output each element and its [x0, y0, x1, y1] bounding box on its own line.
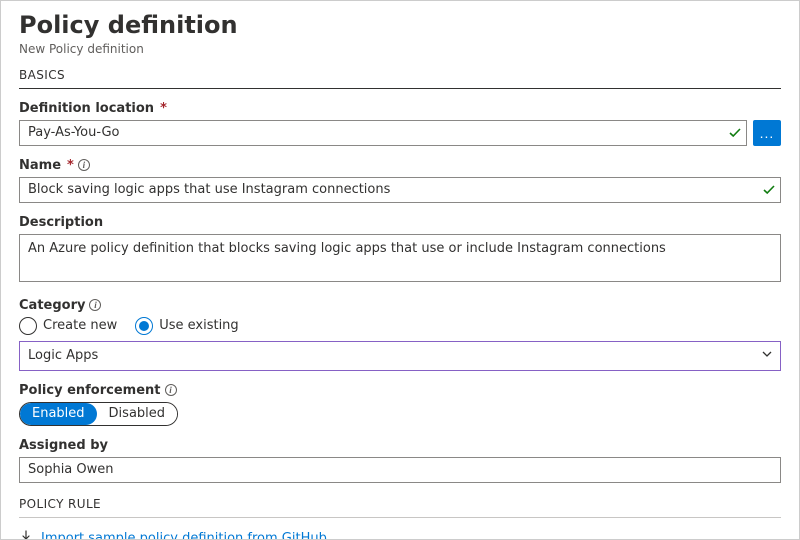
- toggle-enabled[interactable]: Enabled: [20, 403, 97, 425]
- definition-location-input[interactable]: [19, 120, 747, 146]
- toggle-disabled[interactable]: Disabled: [97, 403, 177, 425]
- required-asterisk: *: [160, 101, 167, 116]
- policy-definition-panel: Policy definition New Policy definition …: [0, 0, 800, 540]
- section-policy-rule-header: POLICY RULE: [19, 497, 781, 518]
- assigned-by-input[interactable]: [19, 457, 781, 483]
- label-text: Category: [19, 298, 85, 313]
- info-icon[interactable]: i: [165, 384, 177, 396]
- radio-icon: [19, 317, 37, 335]
- page-subtitle: New Policy definition: [19, 42, 781, 56]
- description-input[interactable]: [19, 234, 781, 282]
- definition-location-input-wrap: [19, 120, 747, 146]
- required-asterisk: *: [67, 158, 74, 173]
- field-category: Category i Create new Use existing: [19, 298, 781, 371]
- enforcement-toggle[interactable]: Enabled Disabled: [19, 402, 178, 426]
- label-policy-enforcement: Policy enforcement i: [19, 383, 781, 398]
- label-text: Definition location: [19, 101, 154, 116]
- field-name: Name * i: [19, 158, 781, 203]
- label-definition-location: Definition location *: [19, 101, 781, 116]
- download-icon: [19, 530, 33, 540]
- label-description: Description: [19, 215, 781, 230]
- field-policy-enforcement: Policy enforcement i Enabled Disabled: [19, 383, 781, 426]
- label-assigned-by: Assigned by: [19, 438, 781, 453]
- label-name: Name * i: [19, 158, 781, 173]
- label-text: Policy enforcement: [19, 383, 161, 398]
- field-assigned-by: Assigned by: [19, 438, 781, 483]
- radio-label: Use existing: [159, 318, 238, 333]
- radio-use-existing[interactable]: Use existing: [135, 317, 238, 335]
- label-text: Name: [19, 158, 61, 173]
- radio-create-new[interactable]: Create new: [19, 317, 117, 335]
- import-sample-link[interactable]: Import sample policy definition from Git…: [19, 530, 327, 540]
- field-definition-location: Definition location * ...: [19, 101, 781, 146]
- ellipsis-icon: ...: [760, 125, 775, 141]
- radio-icon: [135, 317, 153, 335]
- section-basics-header: BASICS: [19, 68, 781, 89]
- radio-label: Create new: [43, 318, 117, 333]
- category-select[interactable]: [19, 341, 781, 371]
- label-category: Category i: [19, 298, 781, 313]
- page-title: Policy definition: [19, 11, 781, 40]
- info-icon[interactable]: i: [78, 159, 90, 171]
- browse-location-button[interactable]: ...: [753, 120, 781, 146]
- info-icon[interactable]: i: [89, 299, 101, 311]
- name-input[interactable]: [19, 177, 781, 203]
- field-description: Description: [19, 215, 781, 286]
- import-link-text: Import sample policy definition from Git…: [41, 531, 327, 540]
